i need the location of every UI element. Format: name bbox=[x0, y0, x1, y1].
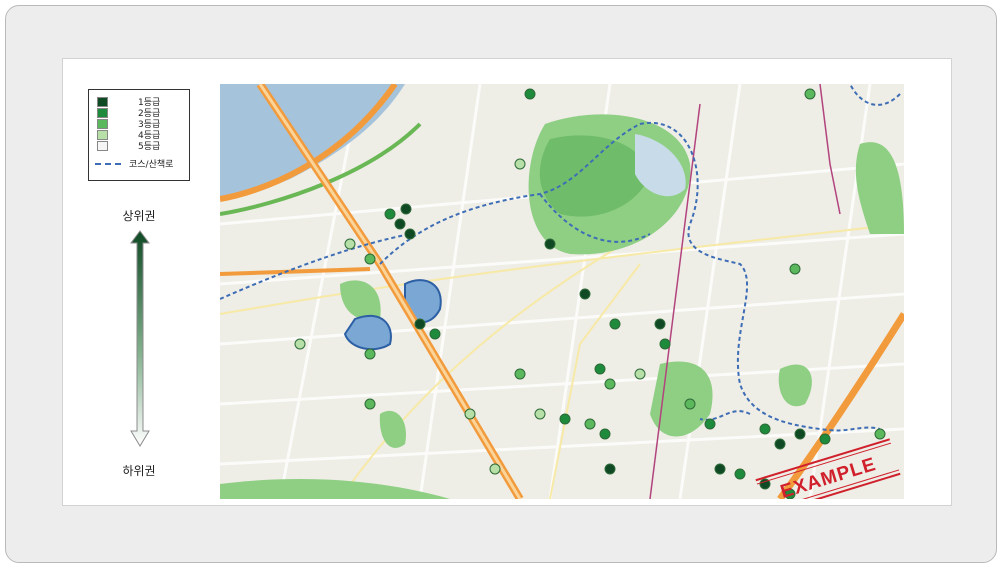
legend-item-course: 코스/산책로 bbox=[95, 158, 174, 170]
outer-panel: 1등급 2등급 3등급 4등급 5등급 코스/산책로 상위권 하위권 EXAMP… bbox=[5, 5, 997, 563]
content-card: 1등급 2등급 3등급 4등급 5등급 코스/산책로 상위권 하위권 EXAMP… bbox=[62, 58, 952, 506]
legend-swatch-grade-2 bbox=[97, 107, 108, 118]
legend-swatch-grade-3 bbox=[97, 118, 108, 129]
legend-label-course: 코스/산책로 bbox=[129, 160, 174, 170]
legend-course-dash bbox=[95, 162, 121, 165]
map-canvas[interactable]: EXAMPLE bbox=[220, 84, 904, 499]
legend-item-grade-5: 5등급 bbox=[97, 140, 161, 152]
legend-swatch-grade-5 bbox=[97, 140, 108, 151]
map-legend: 1등급 2등급 3등급 4등급 5등급 코스/산책로 bbox=[88, 89, 190, 181]
gradient-scale-arrow bbox=[130, 230, 150, 447]
legend-swatch-grade-4 bbox=[97, 129, 108, 140]
scale-top-label: 상위권 bbox=[122, 209, 156, 223]
map-view[interactable]: EXAMPLE bbox=[220, 84, 904, 499]
legend-swatch-grade-1 bbox=[97, 96, 108, 107]
scale-bottom-label: 하위권 bbox=[122, 464, 156, 478]
legend-label-grade-5: 5등급 bbox=[138, 142, 161, 152]
